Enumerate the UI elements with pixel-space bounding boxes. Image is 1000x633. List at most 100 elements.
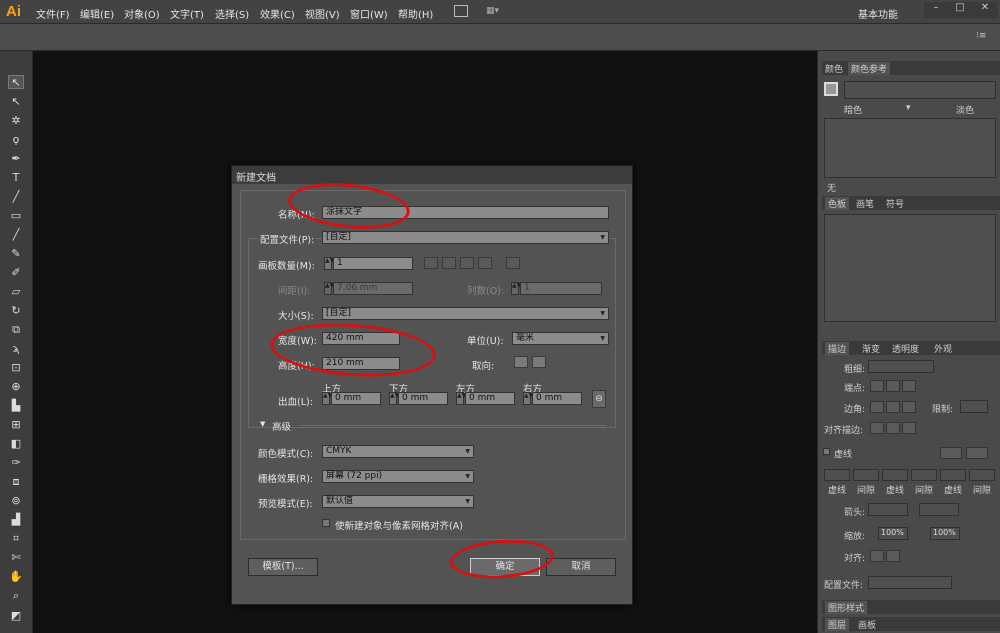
rotate-tool-icon[interactable]: ↻ xyxy=(8,304,24,318)
gap-field-1[interactable] xyxy=(853,469,879,481)
magic-wand-tool-icon[interactable]: ✲ xyxy=(8,114,24,128)
rectangle-tool-icon[interactable]: ▭ xyxy=(8,209,24,223)
menu-edit[interactable]: 编辑(E) xyxy=(80,6,114,21)
menu-effect[interactable]: 效果(C) xyxy=(260,6,295,21)
fill-stroke-icon[interactable]: ◩ xyxy=(8,609,24,623)
preview-mode-select[interactable]: 默认值 xyxy=(322,495,474,508)
tab-gradient[interactable]: 渐变 xyxy=(862,342,880,355)
selection-tool-icon[interactable]: ↖ xyxy=(8,75,24,89)
line-tool-icon[interactable]: ╱ xyxy=(8,190,24,204)
artboards-stepper[interactable]: ▲▼ xyxy=(324,257,334,270)
blend-tool-icon[interactable]: ⧈ xyxy=(8,475,24,489)
gap-field-3[interactable] xyxy=(969,469,995,481)
control-bar-menu-icon[interactable]: ⁝≡ xyxy=(976,31,986,41)
align-pixel-grid-checkbox[interactable] xyxy=(322,519,330,527)
chevron-down-icon[interactable]: ▾ xyxy=(906,103,911,113)
align-inside-icon[interactable] xyxy=(886,422,900,434)
grid-by-column-icon[interactable] xyxy=(442,257,456,269)
arrow-tip-icon[interactable] xyxy=(870,550,884,562)
eraser-tool-icon[interactable]: ▱ xyxy=(8,285,24,299)
profile-select[interactable]: [自定] xyxy=(322,231,609,244)
end-arrowhead-select[interactable] xyxy=(919,503,959,516)
link-bleed-icon[interactable]: ⊖ xyxy=(592,390,606,408)
hand-tool-icon[interactable]: ✋ xyxy=(8,570,24,584)
butt-cap-icon[interactable] xyxy=(870,380,884,392)
color-mode-select[interactable]: CMYK xyxy=(322,445,474,458)
tab-layers[interactable]: 图层 xyxy=(825,618,850,631)
start-arrowhead-select[interactable] xyxy=(868,503,908,516)
start-scale-field[interactable]: 100% xyxy=(878,527,908,540)
bevel-join-icon[interactable] xyxy=(902,401,916,413)
perspective-grid-tool-icon[interactable]: ▙ xyxy=(8,399,24,413)
paintbrush-tool-icon[interactable]: ╱ xyxy=(8,228,24,242)
tab-artboards[interactable]: 画板 xyxy=(858,618,876,631)
raster-effects-select[interactable]: 屏幕 (72 ppi) xyxy=(322,470,474,483)
align-center-icon[interactable] xyxy=(870,422,884,434)
tab-color-guide[interactable]: 颜色参考 xyxy=(848,62,891,75)
symbol-sprayer-tool-icon[interactable]: ⊚ xyxy=(8,494,24,508)
gradient-tool-icon[interactable]: ◧ xyxy=(8,437,24,451)
dash-field-3[interactable] xyxy=(940,469,966,481)
blob-brush-tool-icon[interactable]: ✐ xyxy=(8,266,24,280)
base-color-swatch[interactable] xyxy=(824,82,838,96)
menu-file[interactable]: 文件(F) xyxy=(36,6,70,21)
column-graph-tool-icon[interactable]: ▟ xyxy=(8,513,24,527)
tab-symbols[interactable]: 符号 xyxy=(886,197,904,210)
color-variations-grid[interactable] xyxy=(824,118,996,178)
shape-builder-tool-icon[interactable]: ⊕ xyxy=(8,380,24,394)
projecting-cap-icon[interactable] xyxy=(902,380,916,392)
swatch-grid[interactable] xyxy=(824,214,996,322)
maximize-icon[interactable]: □ xyxy=(948,2,972,18)
landscape-icon[interactable] xyxy=(532,356,546,368)
arrange-by-row-icon[interactable] xyxy=(460,257,474,269)
tab-transparency[interactable]: 透明度 xyxy=(892,342,919,355)
bleed-right-input[interactable]: 0 mm xyxy=(532,392,582,405)
pen-tool-icon[interactable]: ✒ xyxy=(8,152,24,166)
miter-join-icon[interactable] xyxy=(870,401,884,413)
templates-button[interactable]: 模板(T)... xyxy=(248,558,318,576)
tab-color[interactable]: 颜色 xyxy=(825,62,843,75)
tab-appearance[interactable]: 外观 xyxy=(934,342,952,355)
menu-select[interactable]: 选择(S) xyxy=(215,6,249,21)
end-scale-field[interactable]: 100% xyxy=(930,527,960,540)
stroke-limit-field[interactable] xyxy=(960,400,988,413)
preserve-dash-icon[interactable] xyxy=(940,447,962,459)
artboard-tool-icon[interactable]: ⌗ xyxy=(8,532,24,546)
harmony-rules[interactable] xyxy=(844,81,996,99)
bleed-bottom-input[interactable]: 0 mm xyxy=(398,392,448,405)
menu-view[interactable]: 视图(V) xyxy=(305,6,340,21)
bleed-right-stepper[interactable]: ▲▼ xyxy=(523,392,533,405)
arrow-place-icon[interactable] xyxy=(886,550,900,562)
artboards-input[interactable]: 1 xyxy=(333,257,413,270)
pencil-tool-icon[interactable]: ✎ xyxy=(8,247,24,261)
zoom-tool-icon[interactable]: ⌕ xyxy=(8,589,24,603)
dash-field-1[interactable] xyxy=(824,469,850,481)
warp-tool-icon[interactable]: ϡ xyxy=(8,342,24,356)
close-icon[interactable]: ✕ xyxy=(972,2,998,18)
collapse-advanced-icon[interactable]: ▼ xyxy=(260,420,265,428)
mesh-tool-icon[interactable]: ⊞ xyxy=(8,418,24,432)
tab-swatches[interactable]: 色板 xyxy=(825,197,850,210)
type-tool-icon[interactable]: T xyxy=(8,171,24,185)
size-select[interactable]: [自定] xyxy=(322,307,609,320)
menu-window[interactable]: 窗口(W) xyxy=(350,6,388,21)
tab-graphic-styles[interactable]: 图形样式 xyxy=(825,601,868,614)
workspace-switcher[interactable]: 基本功能 xyxy=(858,6,898,21)
align-outside-icon[interactable] xyxy=(902,422,916,434)
slice-tool-icon[interactable]: ✄ xyxy=(8,551,24,565)
tab-stroke[interactable]: 描边 xyxy=(825,342,850,355)
round-join-icon[interactable] xyxy=(886,401,900,413)
scale-tool-icon[interactable]: ⧉ xyxy=(8,323,24,337)
width-profile-select[interactable] xyxy=(868,576,952,589)
arrange-documents-icon[interactable]: ▦▾ xyxy=(486,6,506,16)
menu-type[interactable]: 文字(T) xyxy=(170,6,204,21)
bleed-top-input[interactable]: 0 mm xyxy=(331,392,381,405)
dash-field-2[interactable] xyxy=(882,469,908,481)
lasso-tool-icon[interactable]: ϙ xyxy=(8,133,24,147)
bleed-top-stepper[interactable]: ▲▼ xyxy=(322,392,332,405)
menu-help[interactable]: 帮助(H) xyxy=(398,6,433,21)
eyedropper-tool-icon[interactable]: ✑ xyxy=(8,456,24,470)
cancel-button[interactable]: 取消 xyxy=(546,558,616,576)
dashed-line-checkbox[interactable] xyxy=(823,448,830,455)
free-transform-tool-icon[interactable]: ⊡ xyxy=(8,361,24,375)
